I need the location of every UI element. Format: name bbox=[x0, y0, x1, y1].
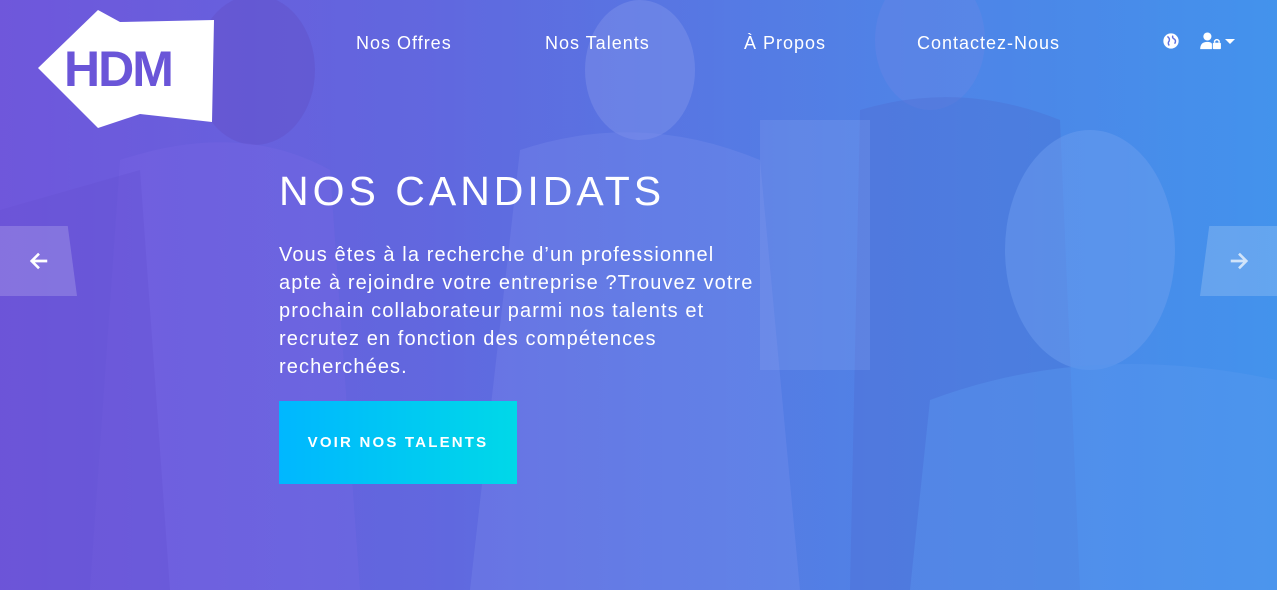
main-nav: Nos Offres Nos Talents À Propos Contacte… bbox=[0, 30, 1277, 56]
brand-logo[interactable]: HDM bbox=[36, 8, 216, 130]
logo-icon: HDM bbox=[38, 10, 214, 128]
globe-icon[interactable] bbox=[1162, 32, 1180, 50]
nav-item-offres[interactable]: Nos Offres bbox=[356, 30, 452, 56]
nav-icons bbox=[1162, 30, 1235, 52]
hero-title: NOS CANDIDATS bbox=[279, 168, 666, 214]
nav-item-a-propos[interactable]: À Propos bbox=[744, 30, 826, 56]
hero-description: Vous êtes à la recherche d’un profession… bbox=[279, 244, 754, 378]
view-talents-button[interactable]: VOIR NOS TALENTS bbox=[279, 401, 517, 484]
nav-item-contact[interactable]: Contactez-Nous bbox=[917, 30, 1060, 56]
nav-item-talents[interactable]: Nos Talents bbox=[545, 30, 650, 56]
hero-section: HDM Nos Offres Nos Talents À Propos Cont… bbox=[0, 0, 1277, 590]
user-lock-icon[interactable] bbox=[1200, 32, 1222, 50]
carousel-next-button[interactable] bbox=[1200, 226, 1277, 296]
carousel-prev-button[interactable] bbox=[0, 226, 77, 296]
arrow-right-icon bbox=[1230, 252, 1248, 270]
hero-content: NOS CANDIDATS Vous êtes à la recherche d… bbox=[279, 168, 759, 381]
arrow-left-icon bbox=[29, 252, 47, 270]
caret-down-icon[interactable] bbox=[1225, 37, 1235, 45]
